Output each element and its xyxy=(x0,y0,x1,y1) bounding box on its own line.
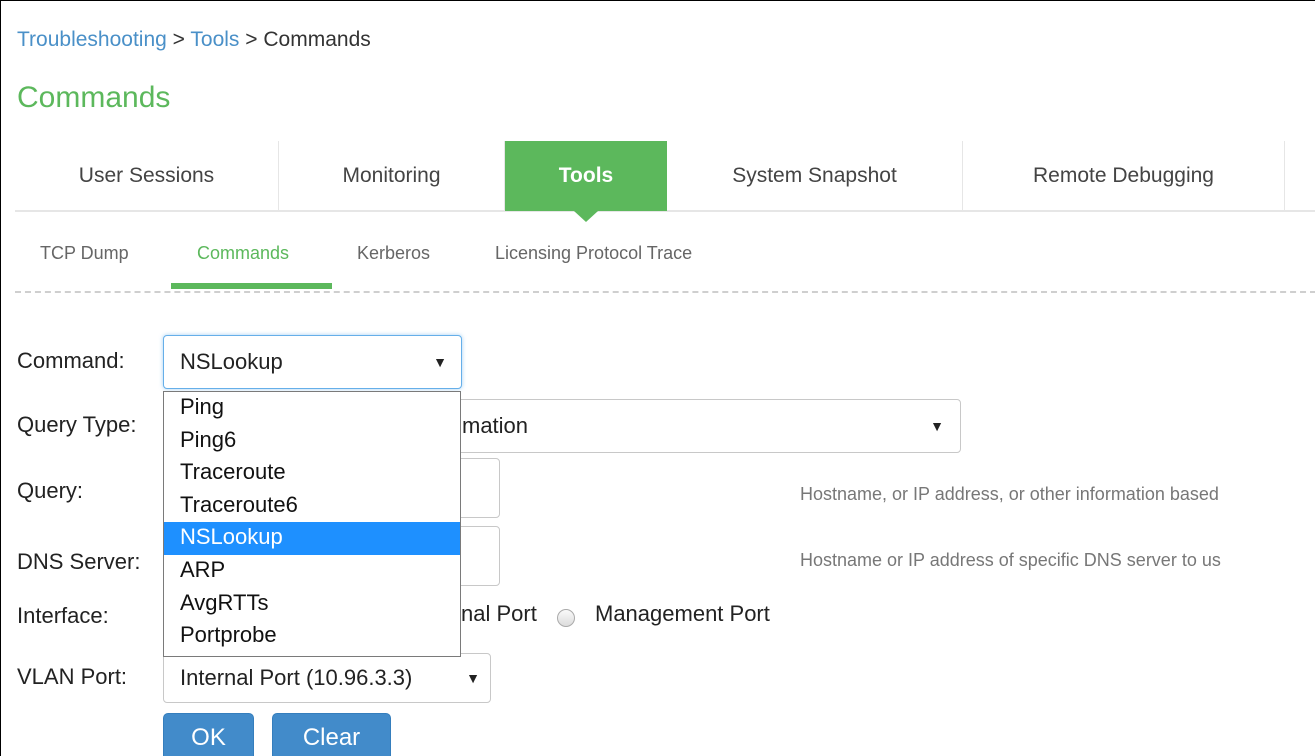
interface-label: Interface: xyxy=(17,603,109,628)
vlan-port-label: VLAN Port: xyxy=(17,664,128,689)
chevron-down-icon: ▼ xyxy=(466,670,480,686)
command-option-traceroute6[interactable]: Traceroute6 xyxy=(164,490,460,523)
subtab-commands[interactable]: Commands xyxy=(197,243,289,264)
ok-button[interactable]: OK xyxy=(163,713,254,756)
command-option-avgrtts[interactable]: AvgRTTs xyxy=(164,588,460,621)
command-label: Command: xyxy=(17,348,125,373)
command-select[interactable]: NSLookup ▼ xyxy=(163,335,462,389)
clear-button[interactable]: Clear xyxy=(272,713,391,756)
subtab-active-indicator xyxy=(171,283,332,289)
command-option-portprobe[interactable]: Portprobe xyxy=(164,620,460,653)
query-label: Query: xyxy=(17,478,84,503)
interface-internal-port-label: nal Port xyxy=(461,601,537,626)
sub-tab-bar: TCP Dump Commands Kerberos Licensing Pro… xyxy=(15,233,1315,293)
breadcrumb-separator: > xyxy=(245,28,258,51)
chevron-down-icon: ▼ xyxy=(930,418,944,434)
breadcrumb-troubleshooting-link[interactable]: Troubleshooting xyxy=(17,28,167,51)
command-dropdown-list: Ping Ping6 Traceroute Traceroute6 NSLook… xyxy=(163,391,461,657)
breadcrumb-current: Commands xyxy=(263,28,371,51)
command-option-ping6[interactable]: Ping6 xyxy=(164,425,460,458)
tab-tools[interactable]: Tools xyxy=(505,141,667,222)
interface-management-port-label: Management Port xyxy=(595,601,770,626)
command-option-arp[interactable]: ARP xyxy=(164,555,460,588)
subtab-kerberos[interactable]: Kerberos xyxy=(357,243,430,264)
dns-server-label: DNS Server: xyxy=(17,549,141,574)
tab-user-sessions[interactable]: User Sessions xyxy=(15,141,279,211)
command-option-ping[interactable]: Ping xyxy=(164,392,460,425)
tab-remote-debugging[interactable]: Remote Debugging xyxy=(963,141,1285,211)
dns-server-help-text: Hostname or IP address of specific DNS s… xyxy=(800,550,1221,570)
breadcrumb: Troubleshooting > Tools > Commands xyxy=(17,28,371,52)
main-tab-bar: User Sessions Monitoring Tools System Sn… xyxy=(15,141,1315,222)
chevron-down-icon: ▼ xyxy=(433,354,447,370)
command-option-nslookup[interactable]: NSLookup xyxy=(164,522,460,555)
interface-management-port-radio[interactable] xyxy=(557,609,575,627)
query-type-label: Query Type: xyxy=(17,412,137,437)
subtab-licensing-protocol-trace[interactable]: Licensing Protocol Trace xyxy=(495,243,692,264)
vlan-port-select[interactable]: Internal Port (10.96.3.3) ▼ xyxy=(163,653,491,703)
query-type-select-value: mation xyxy=(462,413,529,438)
vlan-port-select-value: Internal Port (10.96.3.3) xyxy=(180,665,413,690)
breadcrumb-tools-link[interactable]: Tools xyxy=(190,28,239,51)
command-option-traceroute[interactable]: Traceroute xyxy=(164,457,460,490)
breadcrumb-separator: > xyxy=(172,28,185,51)
page-frame: Troubleshooting > Tools > Commands Comma… xyxy=(0,0,1315,756)
subtab-tcp-dump[interactable]: TCP Dump xyxy=(40,243,129,264)
tab-monitoring[interactable]: Monitoring xyxy=(279,141,505,211)
command-select-value: NSLookup xyxy=(180,349,283,374)
page-title: Commands xyxy=(17,81,171,114)
tab-system-snapshot[interactable]: System Snapshot xyxy=(667,141,963,211)
query-help-text: Hostname, or IP address, or other inform… xyxy=(800,484,1219,504)
